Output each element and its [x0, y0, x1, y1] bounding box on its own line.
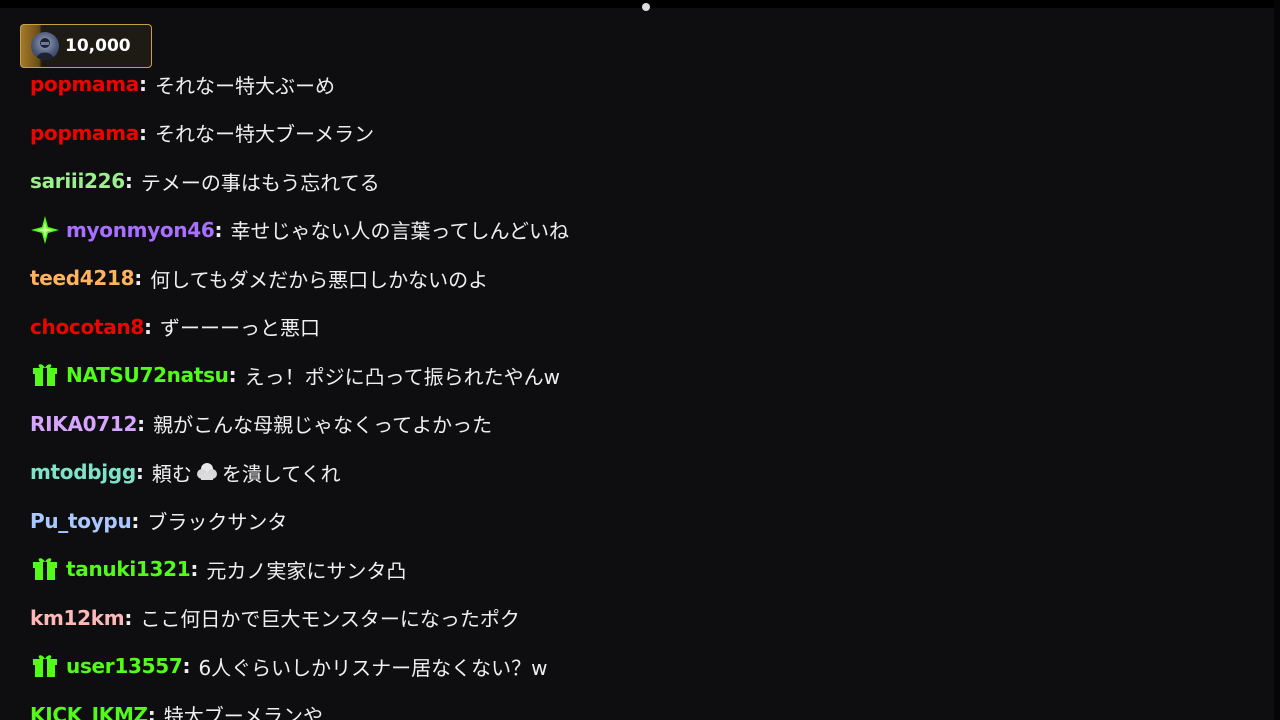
chat-message: user13557:6人ぐらいしかリスナー居なくない？w [30, 650, 548, 682]
username-separator: : [138, 120, 147, 145]
username-separator: : [134, 266, 143, 290]
chat-message-text: 元カノ実家にサンタ凸 [206, 558, 407, 583]
gift-badge-icon [30, 554, 60, 584]
hype-amount: 10,000 [65, 36, 131, 56]
chat-message-text: えっ！ポジに凸って振られたやんw [244, 364, 560, 389]
gift-badge-icon [30, 360, 60, 390]
chat-message: RIKA0712: 親がこんな母親じゃなくってよかった [30, 408, 492, 440]
chat-username[interactable]: popmama [30, 72, 139, 96]
chat-message-text: ブラックサンタ [147, 510, 288, 534]
chat-message: mtodbjgg: 頼む を潰してくれ [30, 456, 341, 488]
chat-username[interactable]: user13557 [66, 654, 183, 678]
chat-message-text: 何してもダメだから悪口しかないのよ [150, 267, 489, 292]
chat-message-text: 特大ブーメランや [163, 704, 323, 720]
chat-message-text: それなー特大ぶーめ [154, 73, 335, 98]
username-separator: : [228, 363, 237, 387]
username-separator: : [147, 702, 156, 720]
chat-message: chocotan8: ずーーーっと悪口 [30, 311, 320, 343]
chat-message-text: ずーーーっと悪口 [159, 316, 320, 340]
chat-message: popmama: それなー特大ブーメラン [30, 117, 374, 149]
chat-message: tanuki1321: 元カノ実家にサンタ凸 [30, 553, 406, 585]
panel-edge [1274, 0, 1280, 720]
chat-username[interactable]: myonmyon46 [66, 218, 215, 242]
top-edge [0, 0, 1280, 8]
chat-message-text: ここ何日かで巨大モンスターになったポク [140, 607, 520, 631]
cloud-emote-icon [196, 461, 218, 483]
username-separator: : [138, 72, 147, 96]
chat-message: Pu_toypu: ブラックサンタ [30, 505, 287, 537]
chat-message-text: 親がこんな母親じゃなくってよかった [153, 413, 493, 437]
chat-message-text: テメーの事はもう忘れてる [140, 170, 380, 195]
chat-username[interactable]: Pu_toypu [30, 509, 132, 533]
chat-username[interactable]: RIKA0712 [30, 412, 137, 436]
username-separator: : [182, 654, 191, 678]
gift-badge-icon [30, 651, 60, 681]
chat-username[interactable]: popmama [30, 121, 139, 145]
chat-username[interactable]: KICK_JKMZ [30, 703, 148, 720]
chat-message-text: 6人ぐらいしかリスナー居なくない？w [198, 655, 548, 680]
username-separator: : [137, 411, 146, 436]
username-separator: : [214, 217, 223, 242]
chat-username[interactable]: tanuki1321 [66, 557, 191, 581]
chat-username[interactable]: km12km [30, 606, 125, 630]
chat-username[interactable]: chocotan8 [30, 315, 144, 339]
chat-message: sariii226: テメーの事はもう忘れてる [30, 165, 380, 197]
chat-message-text: それなー特大ブーメラン [154, 122, 375, 146]
username-separator: : [124, 169, 133, 193]
username-separator: : [135, 460, 144, 484]
scroll-caret-icon [642, 3, 650, 11]
username-separator: : [131, 508, 140, 533]
pinned-hype-chip[interactable]: 10,000 [20, 24, 152, 68]
username-separator: : [143, 314, 152, 339]
sparkle-badge-icon [30, 215, 60, 245]
chat-messages: popmama: それなー特大ぶーめ popmama: それなー特大ブーメラン sari… [0, 70, 1272, 720]
chat-panel: popmama: それなー特大ぶーめ popmama: それなー特大ブーメラン sari… [0, 0, 1280, 720]
chat-message: myonmyon46: 幸せじゃない人の言葉ってしんどいね [30, 214, 569, 246]
chat-username[interactable]: mtodbjgg [30, 460, 136, 484]
username-separator: : [124, 605, 133, 630]
username-separator: : [190, 557, 199, 581]
chat-message-text: を潰してくれ [221, 461, 341, 486]
chat-message: teed4218: 何してもダメだから悪口しかないのよ [30, 262, 488, 294]
chat-message: popmama: それなー特大ぶーめ [30, 70, 335, 100]
avatar [31, 32, 59, 60]
chat-message: NATSU72natsu: えっ！ポジに凸って振られたやんw [30, 359, 560, 391]
chat-message-text: 幸せじゃない人の言葉ってしんどいね [230, 219, 569, 243]
chat-username[interactable]: teed4218 [30, 266, 135, 290]
chat-username[interactable]: sariii226 [30, 169, 125, 193]
chat-message-text: 頼む [151, 461, 192, 486]
chat-username[interactable]: NATSU72natsu [66, 363, 229, 387]
chat-message: km12km: ここ何日かで巨大モンスターになったポク [30, 602, 520, 634]
chat-message: KICK_JKMZ: 特大ブーメランや [30, 699, 323, 720]
